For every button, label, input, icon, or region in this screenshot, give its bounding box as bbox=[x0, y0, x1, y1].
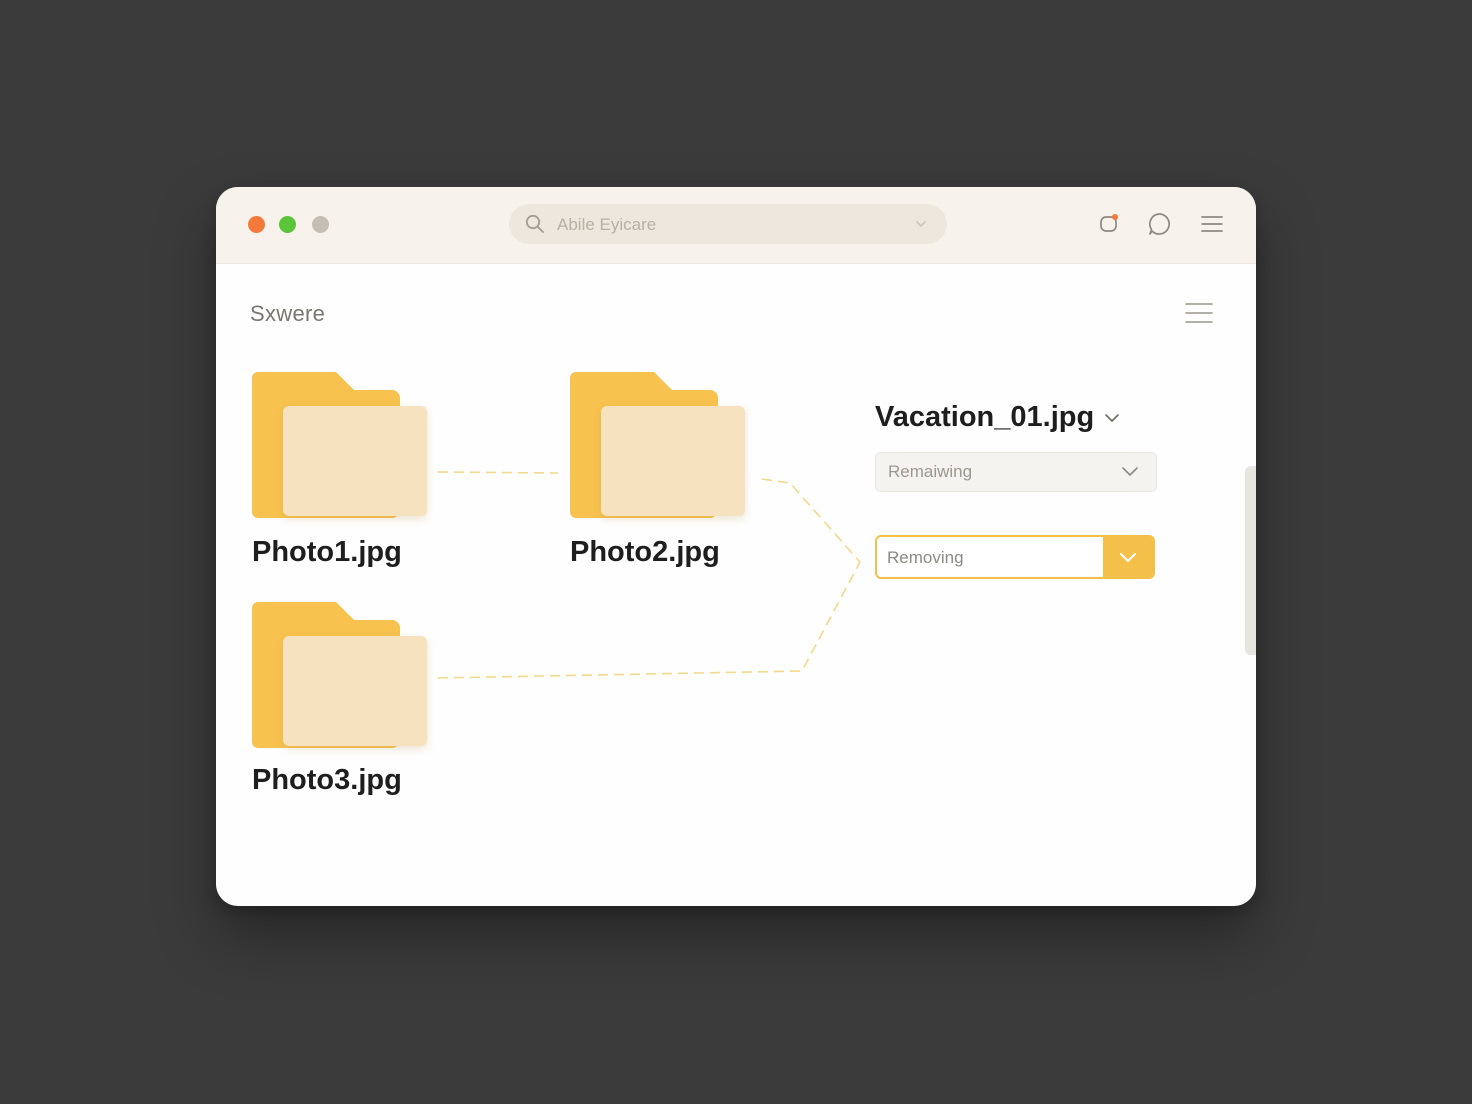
connector-photo1-photo2 bbox=[437, 471, 559, 474]
minimize-window-button[interactable] bbox=[312, 216, 329, 233]
select-value: Removing bbox=[887, 548, 964, 567]
selected-file-title[interactable]: Vacation_01.jpg bbox=[875, 401, 1094, 434]
file-item[interactable]: Photo2.jpg bbox=[570, 372, 770, 568]
file-item[interactable]: Photo1.jpg bbox=[252, 372, 452, 568]
connector-photo3-panel bbox=[437, 561, 861, 679]
file-name: Photo3.jpg bbox=[252, 764, 402, 796]
status-select-muted[interactable]: Remaiwing bbox=[875, 452, 1157, 492]
title-bar bbox=[216, 187, 1256, 264]
chevron-down-icon[interactable] bbox=[1104, 412, 1120, 424]
hamburger-menu-icon[interactable] bbox=[1199, 211, 1225, 237]
status-select-active[interactable]: Removing bbox=[875, 535, 1155, 579]
search-icon bbox=[525, 214, 544, 233]
chat-bubble-icon[interactable] bbox=[1146, 211, 1172, 237]
page-title: Sxwere bbox=[250, 301, 326, 326]
folder-icon bbox=[252, 372, 428, 518]
maximize-window-button[interactable] bbox=[279, 216, 296, 233]
search-bar[interactable] bbox=[509, 204, 947, 244]
connector-photo2-panel bbox=[761, 478, 861, 563]
scrollbar[interactable] bbox=[1245, 466, 1256, 655]
file-name: Photo1.jpg bbox=[252, 536, 402, 568]
folder-icon bbox=[252, 602, 428, 748]
select-value: Remaiwing bbox=[888, 462, 973, 481]
dropdown-toggle-button[interactable] bbox=[1103, 537, 1153, 577]
close-window-button[interactable] bbox=[248, 216, 265, 233]
file-manager-window: Sxwere Photo1.jpg Photo2.jpg bbox=[216, 187, 1256, 906]
chevron-down-icon bbox=[1122, 467, 1138, 476]
search-input[interactable] bbox=[555, 212, 889, 238]
chevron-down-icon bbox=[1120, 553, 1136, 562]
notification-icon[interactable] bbox=[1096, 211, 1122, 237]
folder-icon bbox=[570, 372, 746, 518]
file-item[interactable]: Photo3.jpg bbox=[252, 602, 452, 796]
file-name: Photo2.jpg bbox=[570, 536, 720, 568]
chevron-down-icon[interactable] bbox=[915, 218, 927, 230]
hamburger-menu-icon[interactable] bbox=[1184, 300, 1214, 326]
